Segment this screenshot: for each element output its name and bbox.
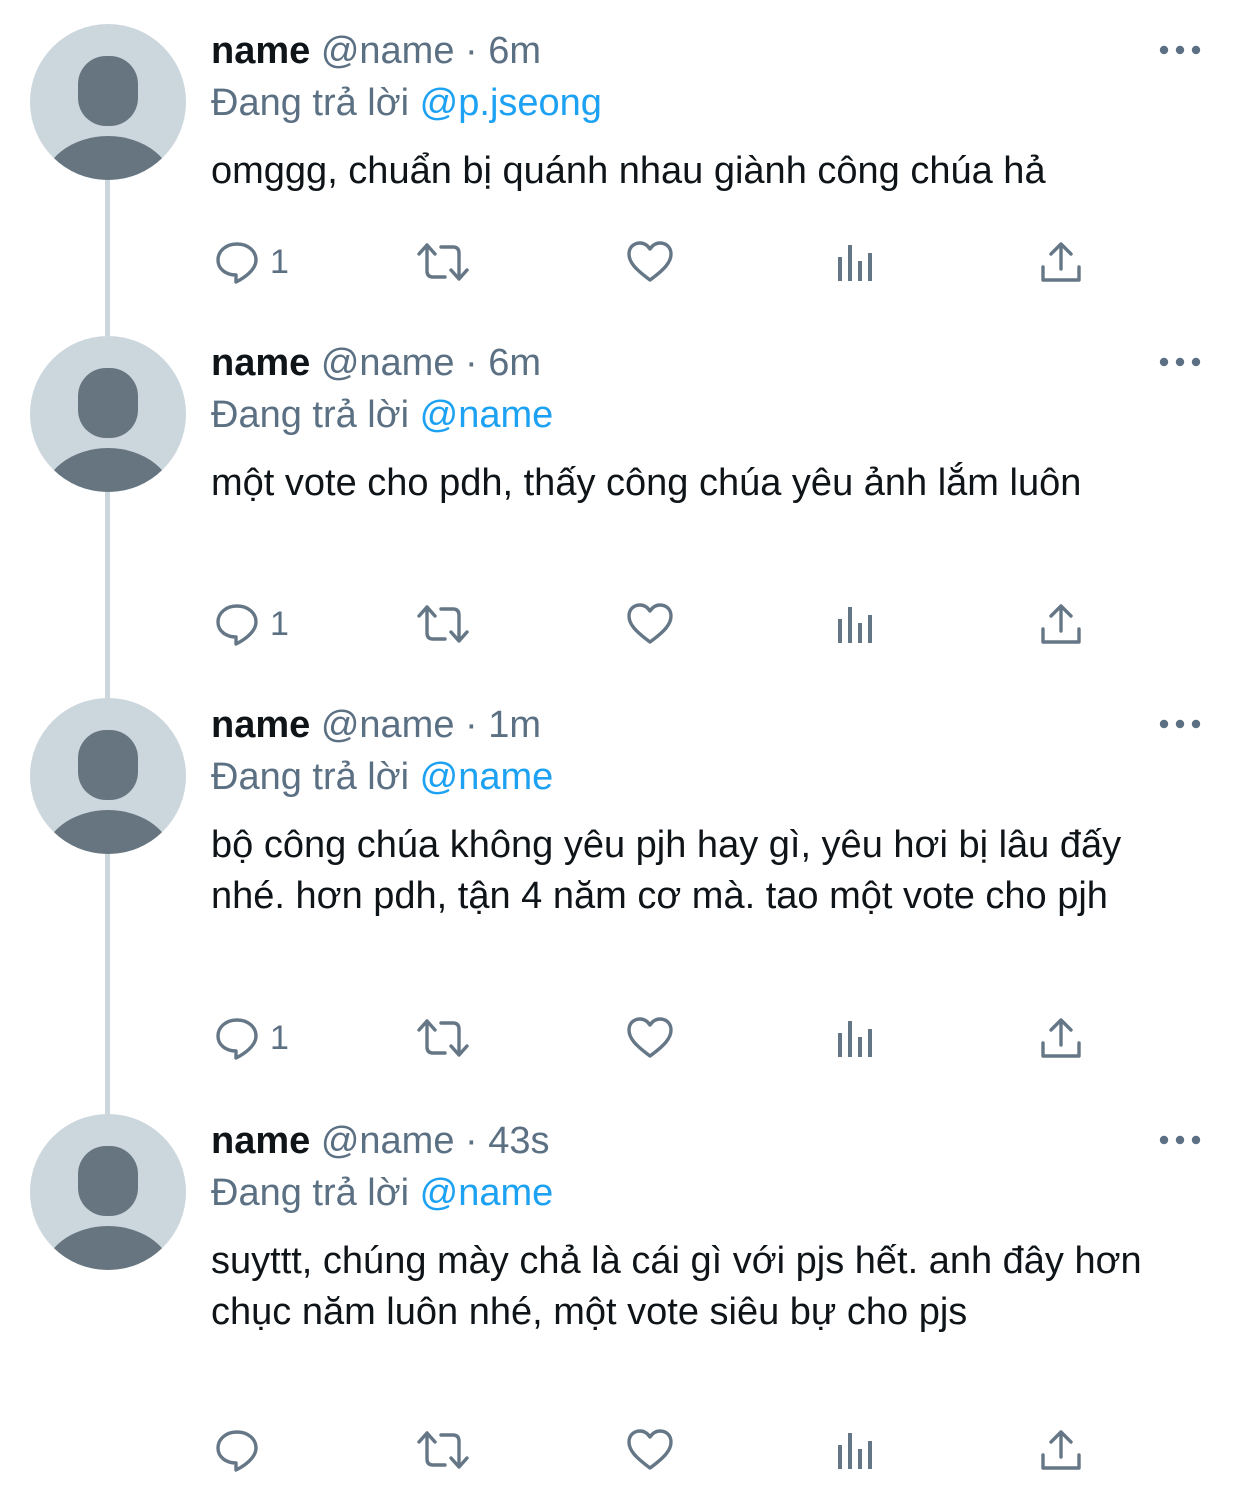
reply-button[interactable]: 1 [214,594,289,654]
tweet-header: name @name · 43s [211,1118,550,1164]
tweet[interactable]: name @name · 6m Đang trả lời @name một v… [0,312,1242,698]
analytics-icon [834,1427,880,1473]
action-bar [0,1420,1242,1480]
separator-dot: · [465,1120,478,1162]
analytics-icon [834,1015,880,1061]
replying-to: Đang trả lời @name [211,392,553,438]
reply-icon [214,239,260,285]
mention-link[interactable]: @name [420,756,554,798]
display-name[interactable]: name [211,1120,310,1162]
analytics-icon [834,239,880,285]
avatar[interactable] [30,1114,186,1270]
reply-icon [214,1427,260,1473]
tweet-text: một vote cho pdh, thấy công chúa yêu ảnh… [211,462,1082,504]
replying-to: Đang trả lời @name [211,1170,553,1216]
action-bar: 1 [0,594,1242,654]
analytics-button[interactable] [834,1008,880,1068]
user-handle[interactable]: @name [321,30,455,72]
avatar[interactable] [30,24,186,180]
retweet-button[interactable] [415,594,471,654]
timestamp[interactable]: 1m [488,704,541,746]
heart-icon [625,601,675,647]
replying-to-label: Đang trả lời [211,394,410,436]
display-name[interactable]: name [211,342,310,384]
tweet-text: bộ công chúa không yêu pjh hay gì, yêu h… [211,824,1122,917]
tweet-text: suyttt, chúng mày chả là cái gì với pjs … [211,1240,1142,1333]
retweet-icon [415,1015,471,1061]
tweet-header: name @name · 6m [211,28,541,74]
share-icon [1038,601,1084,647]
more-icon[interactable] [1156,32,1204,68]
share-button[interactable] [1038,1420,1084,1480]
tweet-text: omggg, chuẩn bị quánh nhau giành công ch… [211,150,1046,192]
share-button[interactable] [1038,232,1084,292]
display-name[interactable]: name [211,704,310,746]
thread-line [105,854,110,1114]
avatar[interactable] [30,336,186,492]
reply-count: 1 [270,242,289,281]
reply-button[interactable]: 1 [214,1008,289,1068]
retweet-icon [415,601,471,647]
retweet-button[interactable] [415,1008,471,1068]
replying-to-label: Đang trả lời [211,756,410,798]
mention-link[interactable]: @p.jseong [420,82,602,124]
replying-to: Đang trả lời @name [211,754,553,800]
separator-dot: · [465,704,478,746]
reply-icon [214,1015,260,1061]
retweet-icon [415,239,471,285]
reply-count: 1 [270,1018,289,1057]
replying-to-label: Đang trả lời [211,82,410,124]
tweet[interactable]: name @name · 6m Đang trả lời @p.jseong o… [0,0,1242,336]
share-icon [1038,239,1084,285]
avatar[interactable] [30,698,186,854]
replying-to-label: Đang trả lời [211,1172,410,1214]
reply-button[interactable]: 1 [214,232,289,292]
mention-link[interactable]: @name [420,394,554,436]
separator-dot: · [465,30,478,72]
display-name[interactable]: name [211,30,310,72]
action-bar: 1 [0,232,1242,292]
tweet-header: name @name · 1m [211,702,541,748]
heart-icon [625,239,675,285]
tweet[interactable]: name @name · 1m Đang trả lời @name bộ cô… [0,674,1242,1114]
tweet-header: name @name · 6m [211,340,541,386]
retweet-button[interactable] [415,1420,471,1480]
timestamp[interactable]: 6m [488,30,541,72]
share-button[interactable] [1038,594,1084,654]
more-icon[interactable] [1156,706,1204,742]
share-icon [1038,1427,1084,1473]
mention-link[interactable]: @name [420,1172,554,1214]
action-bar: 1 [0,1008,1242,1068]
timestamp[interactable]: 6m [488,342,541,384]
user-handle[interactable]: @name [321,1120,455,1162]
like-button[interactable] [625,1008,675,1068]
reply-icon [214,601,260,647]
replying-to: Đang trả lời @p.jseong [211,80,602,126]
user-handle[interactable]: @name [321,704,455,746]
analytics-button[interactable] [834,594,880,654]
tweet[interactable]: name @name · 43s Đang trả lời @name suyt… [0,1090,1242,1496]
analytics-button[interactable] [834,232,880,292]
reply-count: 1 [270,604,289,643]
like-button[interactable] [625,232,675,292]
share-icon [1038,1015,1084,1061]
more-icon[interactable] [1156,344,1204,380]
heart-icon [625,1015,675,1061]
like-button[interactable] [625,594,675,654]
heart-icon [625,1427,675,1473]
analytics-button[interactable] [834,1420,880,1480]
share-button[interactable] [1038,1008,1084,1068]
retweet-button[interactable] [415,232,471,292]
retweet-icon [415,1427,471,1473]
more-icon[interactable] [1156,1122,1204,1158]
separator-dot: · [465,342,478,384]
analytics-icon [834,601,880,647]
user-handle[interactable]: @name [321,342,455,384]
like-button[interactable] [625,1420,675,1480]
timestamp[interactable]: 43s [488,1120,549,1162]
reply-button[interactable] [214,1420,270,1480]
